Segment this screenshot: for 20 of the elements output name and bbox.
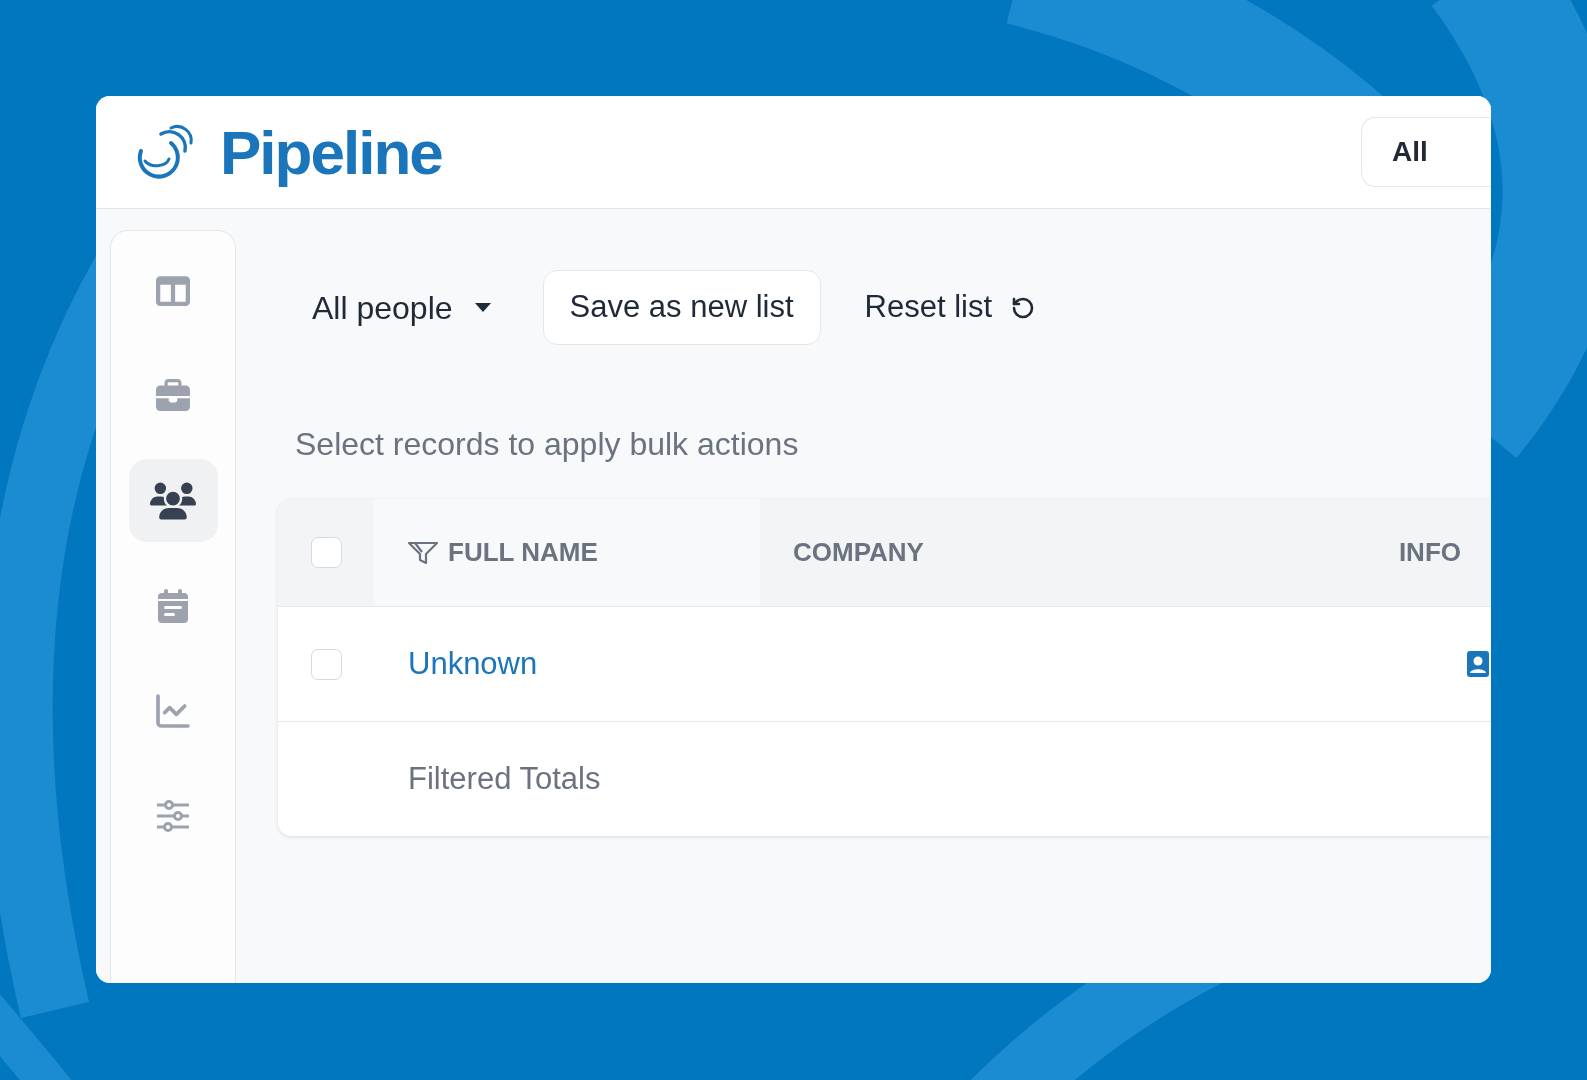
contact-card-icon[interactable]	[1467, 651, 1489, 677]
list-menu[interactable]: All people	[312, 283, 491, 332]
caret-icon	[474, 303, 491, 312]
column-header[interactable]: FULL NAME	[374, 499, 760, 606]
name-link[interactable]: Unknown	[408, 640, 538, 688]
briefcase-icon	[156, 378, 190, 413]
brand-name: Pipeline	[220, 116, 442, 189]
sidebar-button[interactable]	[128, 459, 218, 542]
reset-list-button[interactable]: Reset list	[864, 284, 1036, 331]
save-list-button[interactable]: Save as new list	[542, 270, 821, 345]
totals-label: Filtered Totals	[408, 759, 601, 798]
scope-button[interactable]: All	[1361, 117, 1491, 187]
funnel-icon	[407, 540, 439, 565]
bulk-actions-hint: Select records to apply bulk actions	[295, 427, 799, 461]
undo-icon	[1011, 295, 1036, 320]
columns-icon	[156, 273, 190, 308]
checkbox[interactable]	[310, 648, 342, 680]
checkbox[interactable]	[310, 537, 342, 568]
calendar-icon	[158, 588, 188, 623]
sliders-icon	[156, 799, 190, 832]
